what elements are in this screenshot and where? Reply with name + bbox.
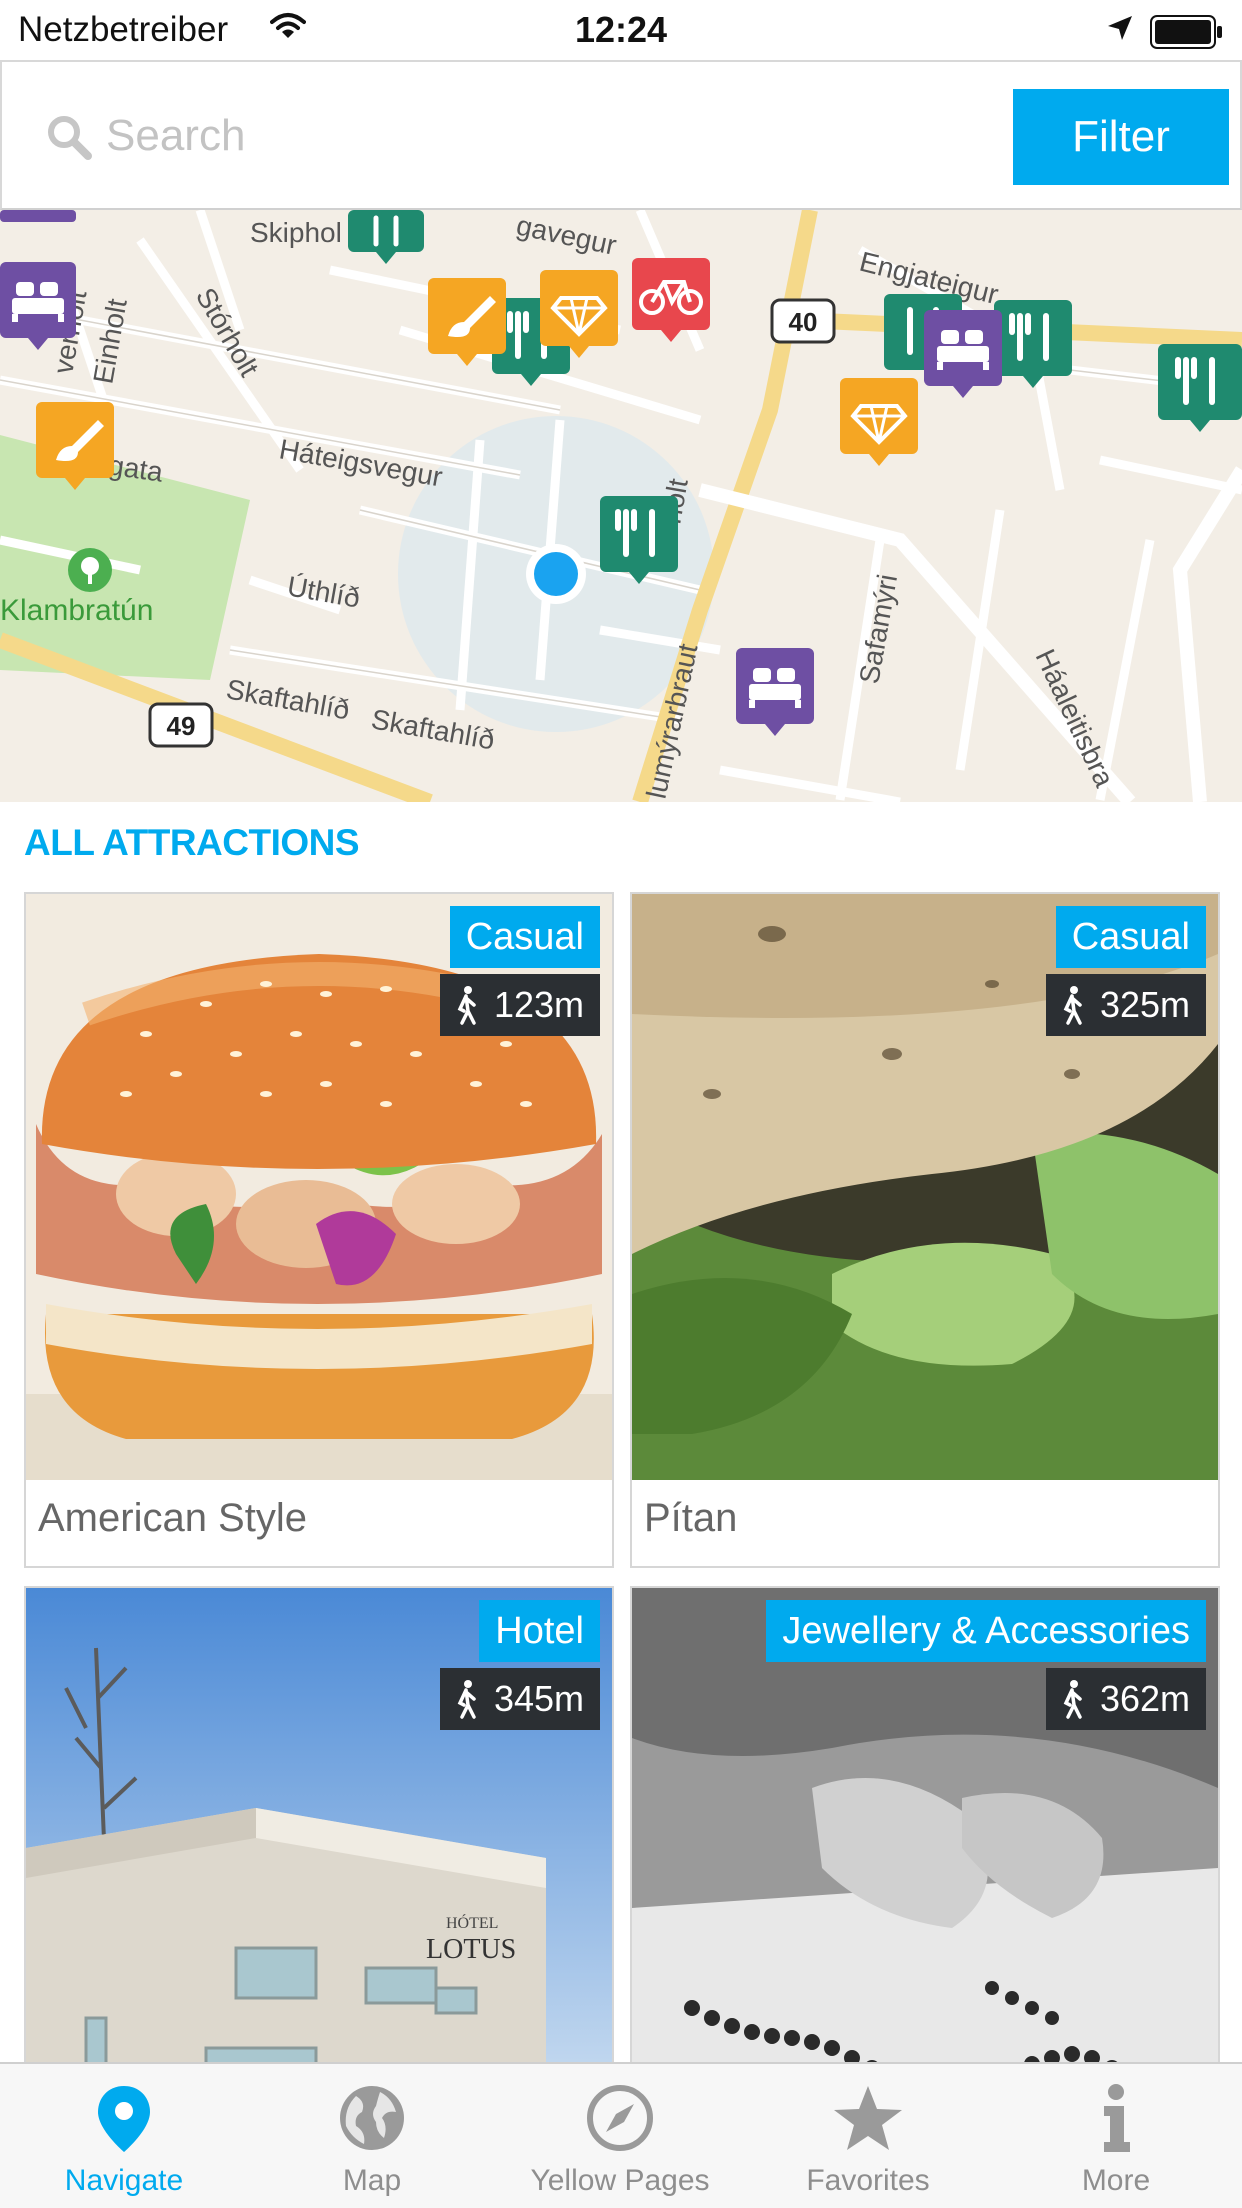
- tab-label: Navigate: [64, 2164, 184, 2197]
- category-badge: Casual: [1055, 906, 1206, 968]
- tab-label: Yellow Pages: [530, 2164, 710, 2197]
- hotel-pin[interactable]: [736, 648, 814, 736]
- distance-badge: 345m: [439, 1668, 600, 1730]
- tab-label: Favorites: [806, 2164, 930, 2197]
- distance-badge: 362m: [1045, 1668, 1206, 1730]
- tab-map[interactable]: Map: [248, 2064, 496, 2208]
- distance-label: 123m: [493, 984, 584, 1025]
- map-label: Skiphol: [250, 217, 342, 248]
- restaurant-pin[interactable]: [1158, 344, 1242, 432]
- tab-more[interactable]: More: [992, 2064, 1240, 2208]
- hotel-pin[interactable]: [924, 310, 1002, 398]
- jewellery-pin[interactable]: [840, 378, 918, 466]
- walking-icon: [457, 1680, 476, 1719]
- map-canvas: Skiphol gavegur Engjateigur Einholt Stór…: [0, 210, 1242, 802]
- map-label: Háaleitisbra: [1030, 644, 1121, 791]
- category-badge: Jewellery & Accessories: [766, 1600, 1206, 1662]
- art-pin[interactable]: [428, 278, 506, 366]
- bike-pin[interactable]: [632, 258, 710, 342]
- tab-bar: Navigate Map Yellow Pages Favorites More: [0, 2062, 1242, 2208]
- tab-label: Map: [342, 2164, 402, 2197]
- category-badge: Hotel: [479, 1600, 600, 1662]
- hotel-pin[interactable]: [0, 262, 76, 350]
- star-icon: [834, 2086, 902, 2150]
- category-badge: Casual: [449, 906, 600, 968]
- map-label: gavegur: [514, 210, 619, 261]
- attraction-card[interactable]: Casual 123m American Style: [24, 892, 614, 1568]
- distance-label: 325m: [1099, 984, 1190, 1025]
- art-pin[interactable]: [36, 402, 114, 490]
- search-bar: Filter: [0, 60, 1242, 210]
- restaurant-pin[interactable]: [994, 300, 1072, 388]
- map-label: Klambratún: [0, 594, 153, 627]
- map-label: Einholt: [87, 296, 132, 386]
- route-shield-49: 49: [148, 702, 214, 748]
- attraction-card[interactable]: Casual 325m Pítan: [630, 892, 1220, 1568]
- globe-icon: [340, 2086, 404, 2150]
- route-shield-40: 40: [770, 298, 836, 344]
- location-pin-icon: [98, 2086, 150, 2152]
- compass-icon: [587, 2085, 653, 2151]
- search-icon: [46, 114, 92, 165]
- distance-label: 362m: [1099, 1678, 1190, 1719]
- attraction-card[interactable]: Jewellery & Accessories 362m: [630, 1586, 1220, 2062]
- tab-navigate[interactable]: Navigate: [0, 2064, 248, 2208]
- tab-yellow-pages[interactable]: Yellow Pages: [496, 2064, 744, 2208]
- app-root: Netzbetreiber 12:24 Search Filter Skipho…: [0, 0, 1242, 2208]
- walking-icon: [457, 986, 476, 1025]
- tab-favorites[interactable]: Favorites: [744, 2064, 992, 2208]
- clock: 12:24: [574, 9, 668, 50]
- hotel-pin[interactable]: [0, 210, 76, 222]
- map-label: Skaftahlíð: [224, 673, 352, 725]
- filter-button[interactable]: Filter: [1013, 89, 1229, 185]
- location-arrow-icon: [1106, 14, 1134, 47]
- map-label: Safamýri: [853, 572, 903, 686]
- svg-text:LOTUS: LOTUS: [426, 1934, 516, 1965]
- restaurant-pin[interactable]: [348, 210, 424, 264]
- info-icon: [1104, 2084, 1130, 2152]
- attraction-name: American Style: [38, 1496, 307, 1540]
- distance-label: 345m: [493, 1678, 584, 1719]
- section-title: ALL ATTRACTIONS: [24, 822, 360, 863]
- tab-label: More: [1081, 2164, 1151, 2197]
- route-49-label: 49: [167, 711, 196, 741]
- restaurant-pin[interactable]: [600, 496, 678, 584]
- map-view[interactable]: Skiphol gavegur Engjateigur Einholt Stór…: [0, 210, 1242, 802]
- jewellery-pin[interactable]: [540, 270, 618, 358]
- attraction-card[interactable]: HÓTEL LOTUS Hotel 345m: [24, 1586, 614, 2062]
- park-tree-icon: [68, 548, 112, 592]
- svg-text:HÓTEL: HÓTEL: [446, 1913, 498, 1932]
- walking-icon: [1063, 1680, 1082, 1719]
- route-40-label: 40: [789, 307, 818, 337]
- attraction-name: Pítan: [644, 1496, 738, 1540]
- distance-badge: 325m: [1045, 974, 1206, 1036]
- battery-icon: [1150, 15, 1224, 54]
- search-input[interactable]: [106, 102, 986, 170]
- status-bar: Netzbetreiber 12:24: [0, 0, 1242, 60]
- map-label: Úthlíð: [285, 570, 362, 613]
- walking-icon: [1063, 986, 1082, 1025]
- distance-badge: 123m: [439, 974, 600, 1036]
